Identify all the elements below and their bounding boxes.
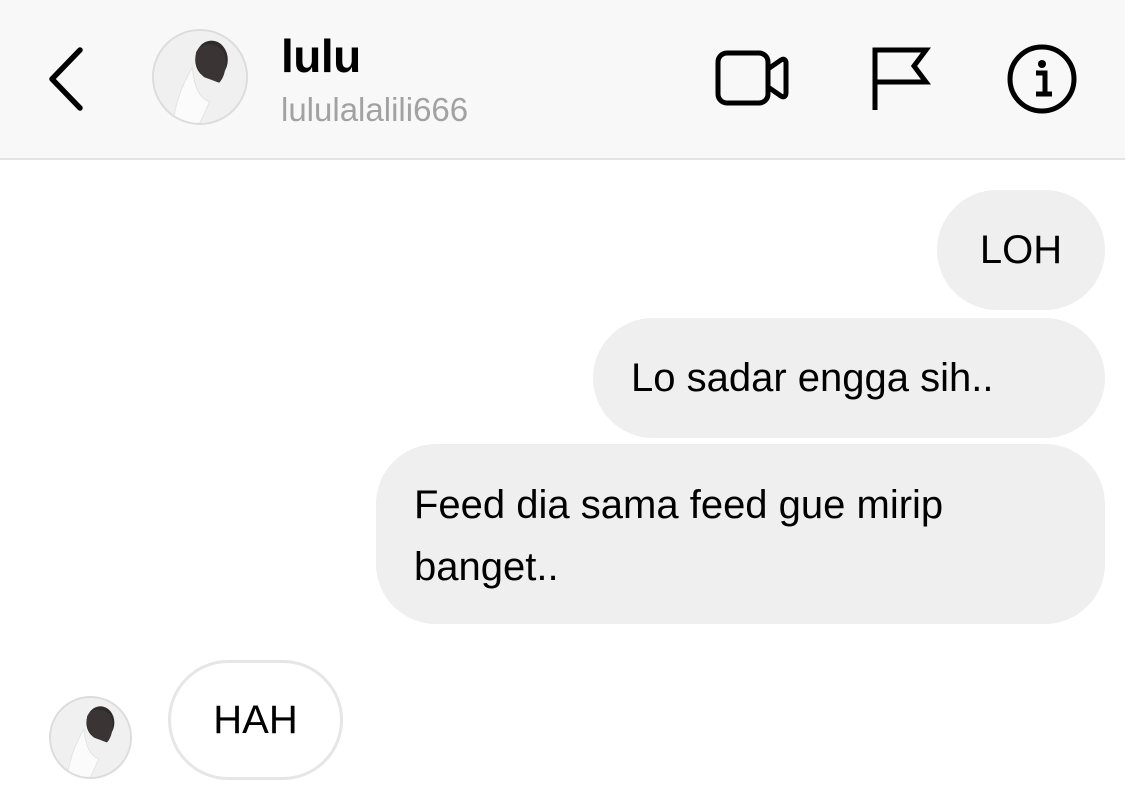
chevron-left-icon <box>49 47 83 111</box>
message-text: Lo sadar engga sih.. <box>631 356 994 400</box>
sent-message-bubble[interactable]: Feed dia sama feed gue mirip banget.. <box>376 444 1105 624</box>
contact-username: lululalalili666 <box>281 91 469 128</box>
sent-message-bubble[interactable]: LOH <box>937 190 1105 310</box>
back-button[interactable] <box>40 40 90 115</box>
video-call-button[interactable] <box>712 42 792 116</box>
chat-header: lulu lululalalili666 <box>0 0 1125 160</box>
sent-message-bubble[interactable]: Lo sadar engga sih.. <box>593 318 1105 438</box>
contact-avatar[interactable] <box>152 29 248 125</box>
video-camera-icon <box>715 50 789 106</box>
message-text: Feed dia sama feed gue mirip banget.. <box>414 483 944 589</box>
sender-avatar[interactable] <box>49 696 132 779</box>
message-text: HAH <box>213 698 298 742</box>
flag-icon <box>872 47 931 110</box>
received-message-bubble[interactable]: HAH <box>168 660 343 780</box>
message-text: LOH <box>979 228 1063 272</box>
report-flag-button[interactable] <box>862 42 942 116</box>
avatar-photo <box>51 698 130 777</box>
avatar-photo <box>154 31 246 123</box>
info-icon <box>1007 44 1077 114</box>
contact-name[interactable]: lulu <box>281 30 361 82</box>
info-button[interactable] <box>1002 42 1082 116</box>
